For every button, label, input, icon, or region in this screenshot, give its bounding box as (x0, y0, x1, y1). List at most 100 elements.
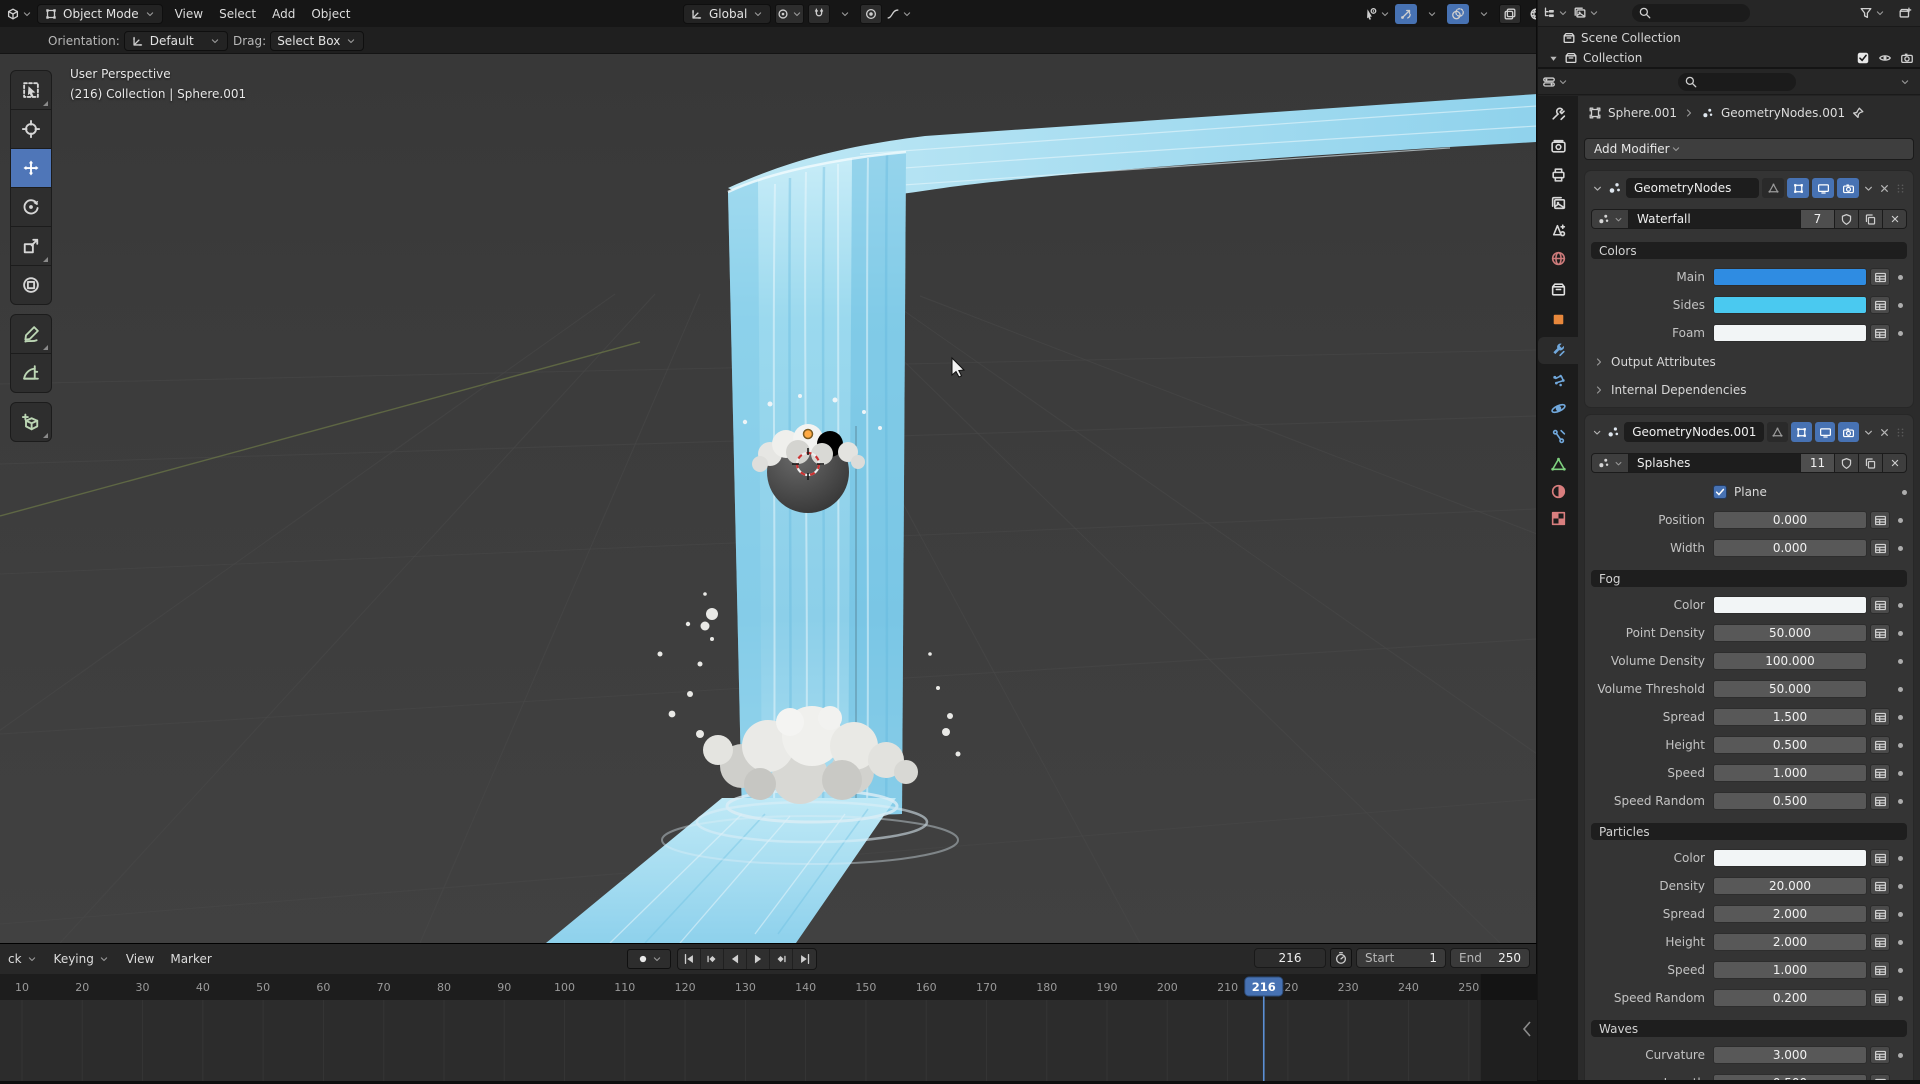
proportional-editing-toggle[interactable] (860, 3, 883, 24)
modifier-name-field[interactable]: GeometryNodes (1626, 178, 1759, 198)
3d-viewport[interactable]: Object Mode View Select Add Object Global (0, 0, 1537, 943)
speed-value-field[interactable]: 1.000 (1713, 961, 1867, 979)
tab-object-data[interactable] (1538, 451, 1578, 478)
input-attribute-toggle[interactable] (1870, 539, 1890, 557)
timeline-editor[interactable]: ck Keying View Marker 216 Start 1 End 25… (0, 943, 1537, 1081)
tab-modifiers[interactable] (1538, 337, 1578, 364)
length-value-field[interactable]: 0.500 (1713, 1074, 1867, 1080)
browse-node-group-button[interactable] (1591, 209, 1629, 229)
decorator-dot[interactable] (1898, 883, 1903, 889)
input-attribute-toggle[interactable] (1870, 905, 1890, 923)
tab-output[interactable] (1538, 161, 1578, 188)
decorator-dot[interactable] (1898, 1052, 1903, 1058)
use-preview-range-button[interactable] (1330, 948, 1352, 968)
input-attribute-toggle[interactable] (1870, 849, 1890, 867)
editor-type-button[interactable] (6, 4, 33, 24)
outliner-editor-type-button[interactable] (1542, 3, 1569, 23)
modifier-close-button[interactable] (1878, 182, 1891, 195)
input-attribute-toggle[interactable] (1870, 961, 1890, 979)
input-attribute-toggle[interactable] (1870, 736, 1890, 754)
volume-threshold-value-field[interactable]: 50.000 (1713, 680, 1867, 698)
new-node-group-button[interactable] (1859, 453, 1883, 473)
modifier-extras-dropdown[interactable] (1862, 182, 1875, 195)
volume-density-value-field[interactable]: 100.000 (1713, 652, 1867, 670)
play-button[interactable] (747, 949, 770, 969)
modifier-extras-dropdown[interactable] (1862, 426, 1875, 439)
breadcrumb-object[interactable]: Sphere.001 (1608, 106, 1677, 120)
shading-wireframe-button[interactable] (1525, 4, 1536, 24)
outliner-search-input[interactable] (1632, 4, 1750, 22)
input-attribute-toggle[interactable] (1870, 764, 1890, 782)
timeline-ruler-and-tracks[interactable]: 10 20 30 40 50 60 70 80 90 100 110 120 130 140 150 160 1… (0, 974, 1537, 1081)
outliner-row-collection[interactable]: Collection (1538, 48, 1920, 68)
unlink-node-group-button[interactable] (1883, 209, 1907, 229)
input-attribute-toggle[interactable] (1870, 877, 1890, 895)
sides-color-swatch[interactable] (1713, 296, 1867, 314)
timeline-menu-ck[interactable]: ck (0, 949, 46, 969)
decorator-dot[interactable] (1898, 714, 1903, 720)
speed-value-field[interactable]: 1.000 (1713, 764, 1867, 782)
main-color-swatch[interactable] (1713, 268, 1867, 286)
node-group-user-count[interactable]: 11 (1801, 453, 1835, 473)
decorator-dot[interactable] (1898, 658, 1903, 664)
snap-dropdown[interactable] (834, 4, 856, 24)
spread-value-field[interactable]: 2.000 (1713, 905, 1867, 923)
snap-toggle[interactable] (808, 3, 831, 24)
viewport-menu-view[interactable]: View (167, 4, 211, 24)
fake-user-button[interactable] (1835, 209, 1859, 229)
timeline-menu-view[interactable]: View (118, 949, 162, 969)
decorator-dot[interactable] (1898, 302, 1903, 308)
jump-to-end-button[interactable] (793, 949, 816, 969)
rotate-tool[interactable] (10, 187, 52, 227)
unlink-node-group-button[interactable] (1883, 453, 1907, 473)
section-heading-fog[interactable]: Fog (1591, 570, 1907, 587)
new-collection-button[interactable] (1894, 3, 1916, 23)
node-group-name[interactable]: Waterfall (1629, 209, 1801, 229)
cursor-tool[interactable] (10, 109, 52, 149)
decorator-dot[interactable] (1898, 545, 1903, 551)
breadcrumb-modifier[interactable]: GeometryNodes.001 (1721, 106, 1845, 120)
properties-options-dropdown[interactable] (1894, 72, 1916, 92)
spread-value-field[interactable]: 1.500 (1713, 708, 1867, 726)
tab-material[interactable] (1538, 478, 1578, 505)
decorator-dot[interactable] (1898, 517, 1903, 523)
density-value-field[interactable]: 20.000 (1713, 877, 1867, 895)
render-display-toggle[interactable] (1838, 422, 1859, 442)
tab-tool[interactable] (1538, 100, 1578, 127)
decorator-dot[interactable] (1898, 330, 1903, 336)
decorator-dot[interactable] (1902, 489, 1907, 495)
input-attribute-toggle[interactable] (1870, 324, 1890, 342)
render-display-toggle[interactable] (1837, 178, 1859, 198)
overlays-dropdown[interactable] (1473, 4, 1495, 24)
auto-keying-button[interactable] (627, 949, 671, 969)
input-attribute-toggle[interactable] (1870, 511, 1890, 529)
outliner-row-scene-collection[interactable]: Scene Collection (1538, 28, 1920, 48)
modifier-close-button[interactable] (1878, 426, 1891, 439)
input-attribute-toggle[interactable] (1870, 933, 1890, 951)
decorator-dot[interactable] (1898, 939, 1903, 945)
tab-object[interactable] (1538, 306, 1578, 333)
properties-search-input[interactable] (1678, 72, 1796, 91)
tab-world[interactable] (1538, 245, 1578, 272)
outliner-filter-button[interactable] (1859, 3, 1886, 23)
tab-physics[interactable] (1538, 395, 1578, 422)
viewport-menu-object[interactable]: Object (303, 4, 358, 24)
pivot-point-dropdown[interactable] (775, 3, 805, 24)
decorator-dot[interactable] (1898, 995, 1903, 1001)
play-reverse-button[interactable] (724, 949, 747, 969)
measure-tool[interactable] (10, 353, 52, 393)
next-keyframe-button[interactable] (770, 949, 793, 969)
height-value-field[interactable]: 0.500 (1713, 736, 1867, 754)
mode-selector[interactable]: Object Mode (37, 3, 163, 24)
input-attribute-toggle[interactable] (1870, 989, 1890, 1007)
decorator-dot[interactable] (1898, 630, 1903, 636)
input-attribute-toggle[interactable] (1870, 708, 1890, 726)
viewport-menu-select[interactable]: Select (211, 4, 264, 24)
add-modifier-button[interactable]: Add Modifier (1584, 138, 1914, 160)
decorator-dot[interactable] (1898, 798, 1903, 804)
section-heading-waves[interactable]: Waves (1591, 1020, 1907, 1037)
transform-tool[interactable] (10, 265, 52, 305)
overlays-toggle[interactable] (1447, 3, 1469, 24)
position-value-field[interactable]: 0.000 (1713, 511, 1867, 529)
frame-start-field[interactable]: Start 1 (1356, 948, 1446, 968)
